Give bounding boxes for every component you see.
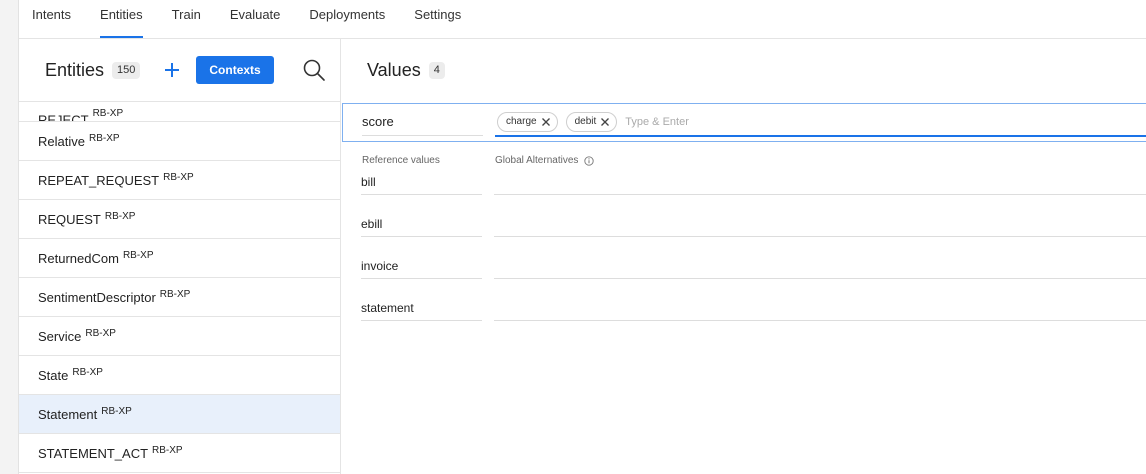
- entity-item[interactable]: State RB-XP: [19, 356, 340, 395]
- app-window: Intents Entities Train Evaluate Deployme…: [18, 0, 1146, 474]
- entity-name: SentimentDescriptor: [38, 289, 156, 305]
- top-nav: Intents Entities Train Evaluate Deployme…: [19, 0, 1146, 39]
- values-panel: Values 4 score charge debit Type & Enter…: [342, 39, 1146, 474]
- entity-item[interactable]: Relative RB-XP: [19, 122, 340, 161]
- entity-tag: RB-XP: [163, 171, 194, 183]
- entity-name: ReturnedCom: [38, 250, 119, 266]
- values-count-badge: 4: [428, 62, 445, 79]
- entity-tag: RB-XP: [101, 405, 132, 417]
- search-icon[interactable]: [302, 58, 326, 82]
- entities-header: Entities 150 Contexts: [19, 39, 340, 102]
- entity-tag: RB-XP: [104, 210, 136, 222]
- entity-name: Service: [38, 328, 82, 344]
- tab-deployments[interactable]: Deployments: [309, 0, 385, 38]
- entity-tag: RB-XP: [85, 327, 116, 339]
- entity-tag: RB-XP: [152, 444, 183, 456]
- entity-name: State: [38, 367, 69, 383]
- entities-count-badge: 150: [112, 61, 141, 79]
- value-edit-row[interactable]: score charge debit: [342, 103, 1146, 142]
- reference-value-field[interactable]: invoice: [361, 257, 482, 279]
- close-icon[interactable]: [600, 117, 610, 127]
- contexts-button[interactable]: Contexts: [196, 56, 274, 84]
- entity-item-selected[interactable]: Statement RB-XP: [19, 395, 340, 434]
- entities-title: Entities: [45, 59, 105, 80]
- entity-item[interactable]: REQUEST RB-XP: [19, 200, 340, 239]
- entity-tag: RB-XP: [88, 132, 120, 144]
- values-title: Values: [367, 60, 421, 80]
- reference-values-header: Reference values: [362, 155, 440, 166]
- add-entity-button[interactable]: [162, 60, 182, 80]
- info-icon[interactable]: [584, 155, 595, 166]
- entity-name: Relative: [38, 133, 85, 149]
- close-icon[interactable]: [541, 117, 551, 127]
- alternative-input[interactable]: [625, 115, 826, 128]
- reference-row: invoice: [342, 257, 1146, 283]
- value-name-field[interactable]: score: [362, 114, 483, 136]
- entity-item[interactable]: ReturnedCom RB-XP: [19, 239, 340, 278]
- alternative-chip: debit: [565, 111, 618, 132]
- tab-evaluate[interactable]: Evaluate: [230, 0, 281, 38]
- entity-item[interactable]: REJECT RB-XP: [19, 102, 340, 122]
- alternatives-field[interactable]: [494, 299, 1146, 321]
- alternatives-field[interactable]: [494, 257, 1146, 279]
- entities-panel: Entities 150 Contexts REJECT RB-XP Relati…: [19, 39, 341, 474]
- reference-row: statement: [342, 299, 1146, 325]
- alternatives-field[interactable]: [494, 215, 1146, 237]
- reference-value-field[interactable]: statement: [361, 299, 482, 321]
- entity-item[interactable]: STATEMENT_ACT RB-XP: [19, 434, 340, 473]
- tab-settings[interactable]: Settings: [414, 0, 461, 38]
- entity-tag: RB-XP: [159, 288, 191, 300]
- entity-list: REJECT RB-XP Relative RB-XP REPEAT_REQUEST…: [19, 102, 340, 474]
- alternative-chip: charge: [497, 111, 558, 132]
- tab-intents[interactable]: Intents: [32, 0, 71, 38]
- values-header: Values 4: [342, 39, 1146, 102]
- chip-label: charge: [506, 116, 537, 127]
- entity-name: REPEAT_REQUEST: [38, 172, 160, 188]
- entity-tag: RB-XP: [72, 366, 103, 378]
- reference-row: ebill: [342, 215, 1146, 241]
- global-alternatives-header: Global Alternatives: [495, 155, 595, 166]
- entity-tag: RB-XP: [122, 249, 154, 261]
- entity-name: Statement: [38, 406, 98, 422]
- tab-train[interactable]: Train: [172, 0, 201, 38]
- tab-entities[interactable]: Entities: [100, 0, 143, 38]
- reference-row: bill: [342, 173, 1146, 199]
- reference-value-field[interactable]: bill: [361, 173, 482, 195]
- alternatives-field[interactable]: [494, 173, 1146, 195]
- entity-name: REJECT: [38, 112, 89, 122]
- entity-item[interactable]: Service RB-XP: [19, 317, 340, 356]
- chip-label: debit: [574, 116, 597, 127]
- alternatives-input-box[interactable]: charge debit: [495, 109, 1146, 137]
- entity-tag: RB-XP: [92, 107, 124, 119]
- entity-item[interactable]: SentimentDescriptor RB-XP: [19, 278, 340, 317]
- entity-item[interactable]: REPEAT_REQUEST RB-XP: [19, 161, 340, 200]
- entity-name: STATEMENT_ACT: [38, 445, 149, 461]
- entity-name: REQUEST: [38, 211, 101, 227]
- reference-value-field[interactable]: ebill: [361, 215, 482, 237]
